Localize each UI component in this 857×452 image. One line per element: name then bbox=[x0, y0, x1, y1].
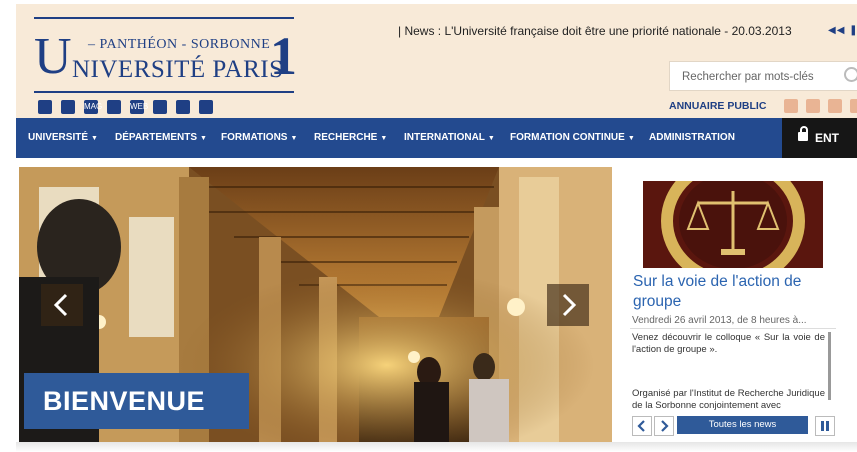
nav-item-3[interactable]: RECHERCHE ▼ bbox=[314, 132, 387, 143]
page: – PANTHÉON - SORBONNE – U NIVERSITÉ PARI… bbox=[0, 0, 857, 452]
footer-shadow bbox=[16, 442, 857, 452]
twitter-icon[interactable] bbox=[828, 99, 842, 113]
scales-of-justice-image bbox=[643, 181, 823, 268]
nav-item-label: DÉPARTEMENTS bbox=[115, 132, 198, 143]
logo-big-u: U bbox=[34, 28, 72, 85]
logo-line1: – PANTHÉON - SORBONNE – bbox=[88, 37, 282, 52]
news-divider bbox=[630, 328, 836, 329]
hero-prev-button[interactable] bbox=[41, 284, 83, 326]
pen-icon[interactable] bbox=[199, 100, 213, 114]
hero-slideshow: BIENVENUE bbox=[19, 167, 612, 442]
web-icon[interactable]: WEB bbox=[130, 100, 148, 114]
rss-icon[interactable] bbox=[784, 99, 798, 113]
book-icon[interactable] bbox=[153, 100, 167, 114]
calendar-icon[interactable] bbox=[176, 100, 190, 114]
news-date: Vendredi 26 avril 2013, de 8 heures à... bbox=[632, 315, 807, 326]
nav-item-label: FORMATIONS bbox=[221, 132, 288, 143]
news-paragraph-2: Organisé par l'Institut de Recherche Jur… bbox=[632, 388, 825, 411]
printer-icon[interactable] bbox=[107, 100, 121, 114]
news-body: Venez découvrir le colloque « Sur la voi… bbox=[632, 332, 825, 414]
hero-next-button[interactable] bbox=[547, 284, 589, 326]
people-icon[interactable] bbox=[61, 100, 75, 114]
pause-icon bbox=[821, 421, 829, 431]
all-news-label: Toutes les news bbox=[708, 419, 777, 430]
chevron-left-icon bbox=[637, 420, 645, 432]
news-thumbnail[interactable] bbox=[643, 181, 823, 268]
hero-caption-text: BIENVENUE bbox=[43, 386, 206, 416]
nav-item-label: RECHERCHE bbox=[314, 132, 378, 143]
all-news-button[interactable]: Toutes les news bbox=[677, 416, 808, 434]
ent-button[interactable]: ENT bbox=[782, 118, 857, 158]
itunes-icon[interactable] bbox=[806, 99, 820, 113]
nav-item-4[interactable]: INTERNATIONAL ▼ bbox=[404, 132, 495, 143]
chevron-right-icon bbox=[661, 420, 669, 432]
logo-number: 1 bbox=[270, 26, 297, 86]
university-logo[interactable]: – PANTHÉON - SORBONNE – U NIVERSITÉ PARI… bbox=[34, 17, 297, 97]
chevron-down-icon: ▼ bbox=[627, 135, 635, 142]
nav-item-0[interactable]: UNIVERSITÉ ▼ bbox=[28, 132, 98, 143]
ent-label: ENT bbox=[815, 131, 839, 145]
chevron-right-icon bbox=[562, 293, 577, 317]
header: – PANTHÉON - SORBONNE – U NIVERSITÉ PARI… bbox=[16, 4, 857, 118]
lock-icon bbox=[798, 126, 808, 141]
news-paragraph-1: Venez découvrir le colloque « Sur la voi… bbox=[632, 332, 825, 355]
mag-icon[interactable]: MAG bbox=[84, 100, 102, 114]
nav-item-label: INTERNATIONAL bbox=[404, 132, 485, 143]
search-input[interactable] bbox=[680, 68, 834, 86]
nav-item-2[interactable]: FORMATIONS ▼ bbox=[221, 132, 297, 143]
nav-item-1[interactable]: DÉPARTEMENTS ▼ bbox=[115, 132, 207, 143]
logo-top-rule bbox=[34, 17, 294, 19]
news-title[interactable]: Sur la voie de l'action de groupe bbox=[633, 272, 838, 312]
news-prev-button[interactable] bbox=[632, 416, 652, 436]
main-nav: UNIVERSITÉ ▼ DÉPARTEMENTS ▼ FORMATIONS ▼ RECHE… bbox=[16, 118, 857, 158]
facebook-icon[interactable] bbox=[850, 99, 857, 113]
nav-item-label: UNIVERSITÉ bbox=[28, 132, 89, 143]
chevron-down-icon: ▼ bbox=[91, 135, 98, 142]
chevron-left-icon bbox=[53, 293, 68, 317]
news-ticker-controls[interactable]: ◀◀ ❚❚ ▶▶ bbox=[828, 25, 857, 36]
chevron-down-icon: ▼ bbox=[487, 135, 495, 142]
nav-item-6[interactable]: ADMINISTRATION bbox=[649, 132, 738, 143]
nav-item-5[interactable]: FORMATION CONTINUE ▼ bbox=[510, 132, 635, 143]
annuaire-public-link[interactable]: ANNUAIRE PUBLIC bbox=[669, 100, 766, 112]
nav-item-label: ADMINISTRATION bbox=[649, 132, 735, 143]
social-icons bbox=[784, 99, 857, 113]
news-next-button[interactable] bbox=[654, 416, 674, 436]
toolbar-icons: MAG WEB bbox=[38, 100, 213, 114]
logo-line2: NIVERSITÉ PARIS bbox=[72, 56, 284, 83]
news-scrollbar[interactable] bbox=[828, 332, 831, 400]
news-ticker-text[interactable]: | News : L'Université française doit êtr… bbox=[398, 24, 792, 38]
search-box bbox=[669, 61, 857, 91]
news-pause-button[interactable] bbox=[815, 416, 835, 436]
chevron-down-icon: ▼ bbox=[380, 135, 388, 142]
news-card: Sur la voie de l'action de groupe Vendre… bbox=[615, 167, 840, 442]
hero-caption: BIENVENUE bbox=[24, 373, 249, 429]
search-icon[interactable] bbox=[844, 67, 857, 82]
photo-icon[interactable] bbox=[38, 100, 52, 114]
chevron-down-icon: ▼ bbox=[200, 135, 207, 142]
nav-item-label: FORMATION CONTINUE bbox=[510, 132, 625, 143]
chevron-down-icon: ▼ bbox=[290, 135, 298, 142]
logo-bottom-rule bbox=[34, 91, 294, 93]
